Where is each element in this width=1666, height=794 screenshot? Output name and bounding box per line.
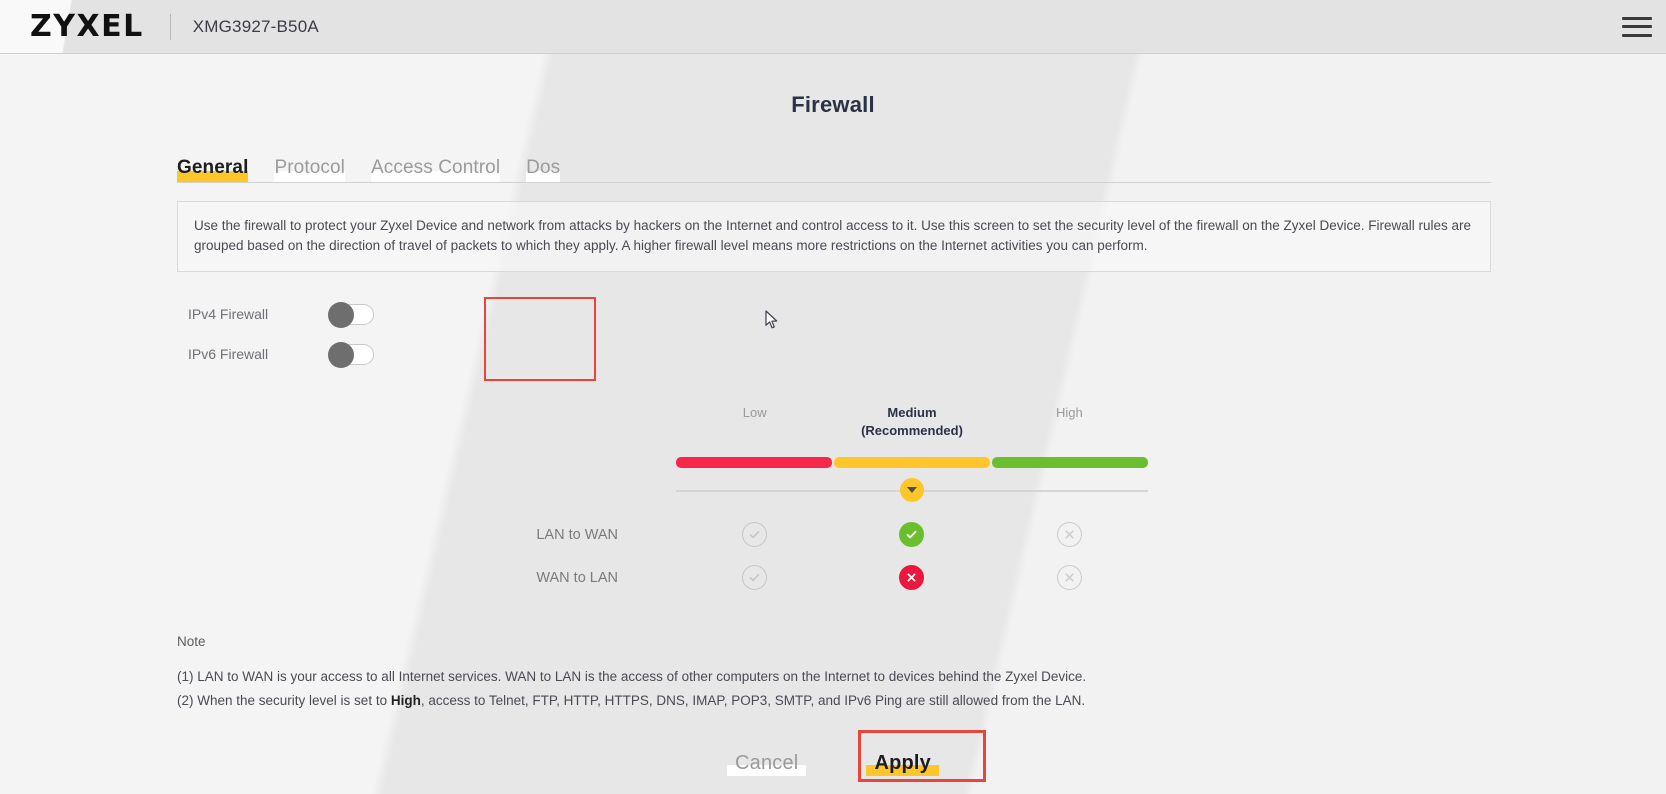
note-line-2-before: (2) When the security level is set to	[177, 693, 391, 708]
check-icon	[742, 522, 768, 547]
rule-label: WAN to LAN	[536, 569, 618, 586]
security-level-labels: Low Medium (Recommended) High	[676, 404, 1148, 440]
apply-label: Apply	[874, 752, 932, 774]
cancel-label: Cancel	[734, 752, 799, 774]
note-line-2: (2) When the security level is set to Hi…	[177, 689, 1477, 713]
ipv6-firewall-row: IPv6 Firewall	[0, 334, 1666, 374]
tab-access-control[interactable]: Access Control	[370, 157, 512, 182]
header-divider	[169, 13, 171, 40]
level-segment-low[interactable]	[676, 457, 832, 468]
rule-cells	[676, 565, 1148, 590]
security-level-section: Low Medium (Recommended) High LAN to WAN…	[0, 404, 1666, 634]
tab-protocol[interactable]: Protocol	[274, 157, 357, 182]
level-segment-high[interactable]	[992, 457, 1148, 468]
cross-icon	[1056, 565, 1082, 590]
tab-label: Dos	[526, 157, 561, 178]
rule-cell-high	[991, 522, 1148, 547]
ipv4-firewall-toggle[interactable]	[328, 301, 374, 328]
level-label: High	[1055, 405, 1083, 420]
level-sublabel: (Recommended)	[861, 423, 963, 438]
cross-icon	[1056, 522, 1082, 547]
rule-cell-medium	[833, 565, 990, 590]
level-segment-medium[interactable]	[834, 457, 990, 468]
rule-row-wan-to-lan: WAN to LAN	[0, 565, 1148, 590]
tab-underline-rule	[177, 182, 1491, 183]
mouse-cursor	[765, 310, 779, 330]
hamburger-line	[1622, 33, 1652, 37]
level-label: Medium	[887, 405, 937, 420]
button-bar: Cancel Apply	[0, 730, 1666, 782]
tab-label: General	[177, 157, 249, 178]
level-column-medium[interactable]: Medium (Recommended)	[833, 404, 990, 440]
toggle-knob	[328, 301, 354, 328]
rule-row-lan-to-wan: LAN to WAN	[0, 522, 1148, 547]
rule-cell-low	[676, 565, 833, 590]
note-line-1: (1) LAN to WAN is your access to all Int…	[177, 669, 1087, 684]
firewall-toggle-section: IPv4 Firewall IPv6 Firewall	[0, 294, 1666, 390]
apply-button[interactable]: Apply	[860, 746, 945, 781]
rule-cell-low	[676, 522, 833, 547]
zyxel-logo: ZYXEL	[30, 8, 144, 44]
note-section: Note (1) LAN to WAN is your access to al…	[177, 634, 1477, 713]
main-content: Firewall General Protocol Access Control…	[0, 92, 1666, 782]
top-header-bar: ZYXEL XMG3927-B50A	[0, 0, 1666, 54]
description-box: Use the firewall to protect your Zyxel D…	[177, 201, 1491, 272]
firewall-page: ZYXEL XMG3927-B50A Firewall General Prot…	[0, 0, 1666, 794]
tab-dos[interactable]: Dos	[526, 157, 572, 182]
rule-cell-high	[991, 565, 1148, 590]
tab-label: Protocol	[274, 157, 345, 178]
rule-label: LAN to WAN	[536, 526, 618, 543]
level-column-low[interactable]: Low	[676, 404, 833, 440]
chevron-down-icon	[907, 487, 917, 493]
check-icon	[899, 522, 925, 547]
ipv6-firewall-toggle[interactable]	[328, 341, 374, 368]
level-label: Low	[742, 405, 767, 420]
cross-icon	[899, 565, 925, 590]
check-icon	[742, 565, 768, 590]
ipv4-firewall-row: IPv4 Firewall	[0, 294, 1666, 334]
security-level-slider-thumb[interactable]	[900, 478, 924, 502]
tab-general[interactable]: General	[177, 157, 260, 182]
security-level-color-bar[interactable]	[676, 457, 1148, 468]
rule-cell-medium	[833, 522, 990, 547]
ipv6-firewall-label: IPv6 Firewall	[188, 346, 269, 362]
ipv4-firewall-label: IPv4 Firewall	[188, 306, 269, 322]
toggle-knob	[328, 341, 354, 368]
note-title: Note	[177, 634, 206, 649]
rule-cells	[676, 522, 1148, 547]
cancel-button[interactable]: Cancel	[721, 746, 812, 781]
note-line-2-after: , access to Telnet, FTP, HTTP, HTTPS, DN…	[420, 693, 1086, 708]
hamburger-line	[1622, 25, 1652, 28]
page-title: Firewall	[791, 92, 875, 117]
level-column-high[interactable]: High	[991, 404, 1148, 440]
tab-label: Access Control	[370, 157, 501, 178]
hamburger-line	[1622, 16, 1652, 20]
device-model-name: XMG3927-B50A	[192, 16, 319, 36]
hamburger-menu-icon[interactable]	[1622, 15, 1652, 39]
tab-bar: General Protocol Access Control Dos	[177, 157, 1666, 182]
note-line-2-bold: High	[390, 693, 421, 708]
